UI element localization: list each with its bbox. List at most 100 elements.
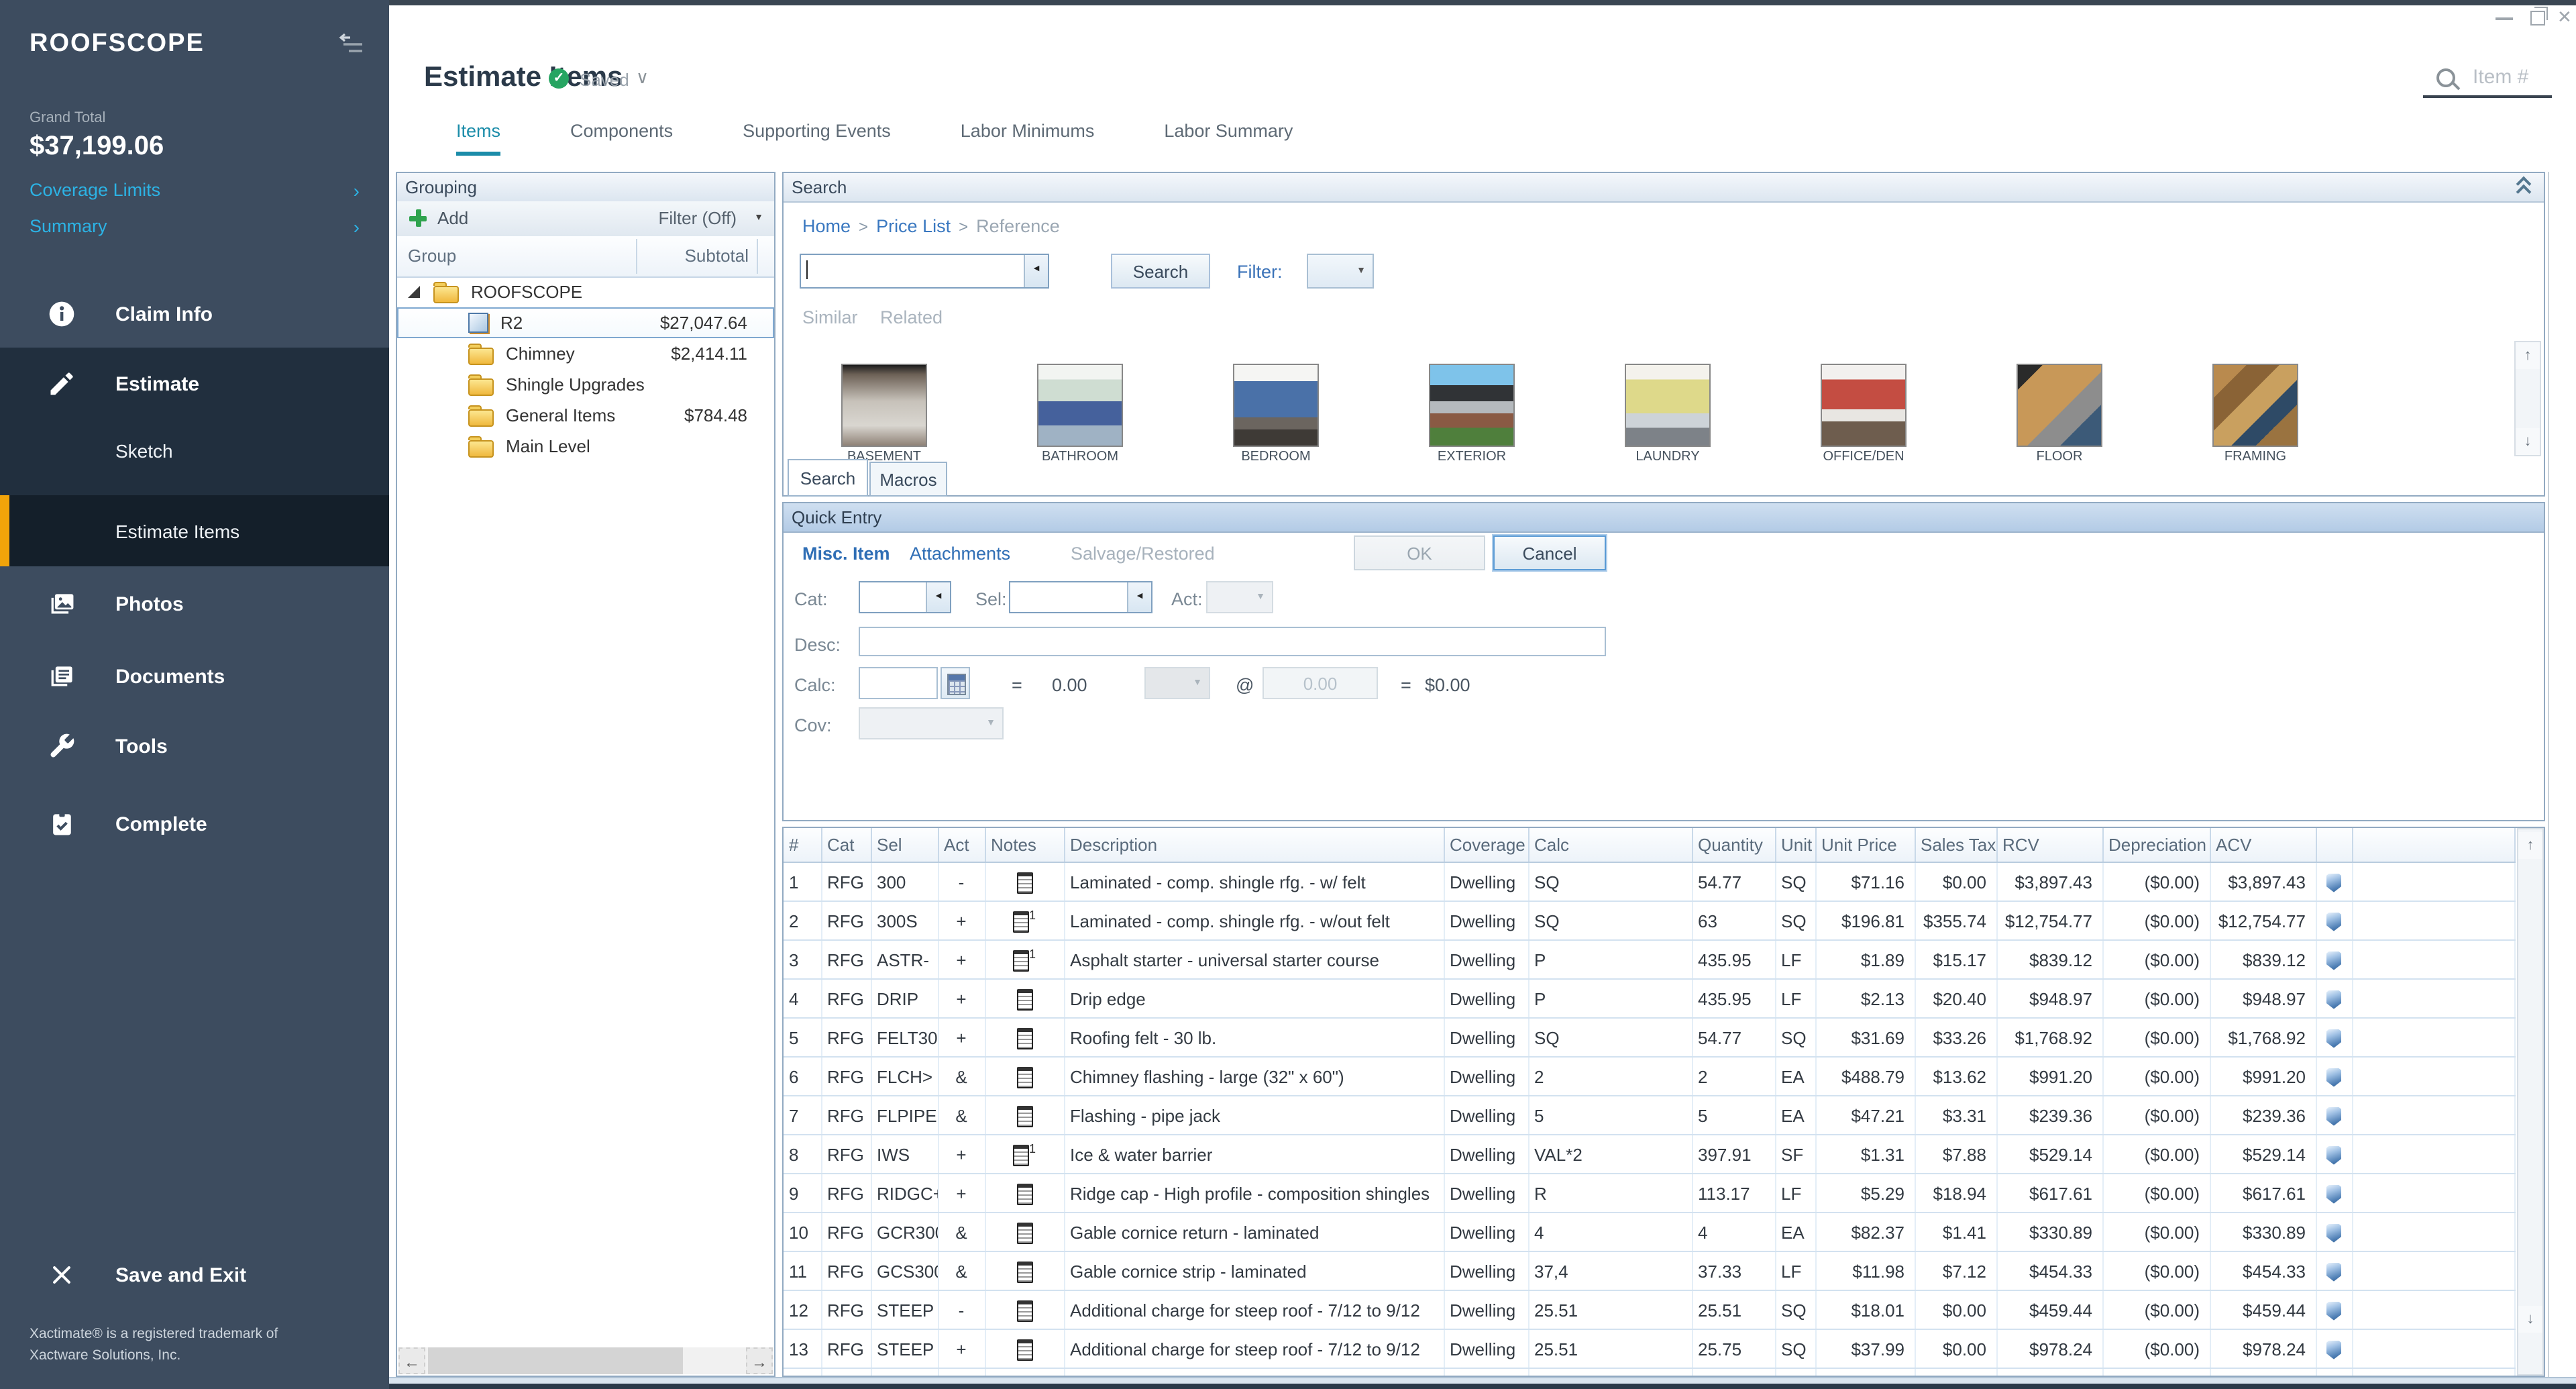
item-row[interactable]: 2 RFG 300S + 1 Laminated - comp. shingle…: [784, 901, 2514, 940]
tree-row[interactable]: General Items $784.48: [397, 400, 774, 431]
page-tab[interactable]: Items: [456, 121, 500, 156]
tree-row[interactable]: ROOFSCOPE: [397, 276, 774, 307]
col-sel[interactable]: Sel: [871, 828, 938, 862]
page-tab[interactable]: Components: [570, 121, 673, 156]
unit-price-input[interactable]: 0.00: [1263, 667, 1378, 699]
col-description[interactable]: Description: [1064, 828, 1444, 862]
col-sales-tax[interactable]: Sales Tax: [1915, 828, 1996, 862]
misc-item-link[interactable]: Misc. Item: [802, 544, 890, 564]
cell-notes[interactable]: [985, 1096, 1064, 1135]
category-thumbnail-image[interactable]: [1233, 364, 1319, 447]
tree-row[interactable]: Shingle Upgrades: [397, 369, 774, 400]
sidebar-item-photos[interactable]: Photos: [0, 574, 389, 633]
tab-search[interactable]: Search: [788, 459, 868, 497]
note-icon[interactable]: [1016, 1223, 1032, 1244]
col-num[interactable]: #: [784, 828, 821, 862]
cat-combo[interactable]: [859, 581, 951, 613]
col-unit[interactable]: Unit: [1775, 828, 1815, 862]
note-icon[interactable]: [1016, 1300, 1032, 1322]
tab-macros[interactable]: Macros: [869, 462, 947, 497]
item-row[interactable]: 6 RFG FLCH> & Chimney flashing - large (…: [784, 1057, 2514, 1096]
cell-notes[interactable]: [985, 1290, 1064, 1329]
scroll-down-icon[interactable]: ↓: [2516, 428, 2540, 455]
col-coverage[interactable]: Coverage: [1444, 828, 1528, 862]
calc-input[interactable]: [859, 667, 938, 699]
col-calc[interactable]: Calc: [1528, 828, 1692, 862]
note-icon[interactable]: [1016, 1067, 1032, 1088]
category-thumbnail-image[interactable]: [1429, 364, 1515, 447]
cell-notes[interactable]: [985, 1057, 1064, 1096]
items-table-vscrollbar[interactable]: ↑ ↓: [2517, 828, 2544, 1376]
note-icon[interactable]: [1013, 911, 1029, 933]
tree-row[interactable]: Chimney $2,414.11: [397, 338, 774, 369]
combo-dropdown-icon[interactable]: [1127, 582, 1151, 612]
sidebar-item-claim-info[interactable]: Claim Info: [0, 285, 389, 344]
window-close-icon[interactable]: ✕: [2557, 7, 2572, 28]
item-row[interactable]: 4 RFG DRIP + Drip edge Dwelling P 435.95…: [784, 979, 2514, 1018]
note-icon[interactable]: [1016, 872, 1032, 894]
cell-notes[interactable]: [985, 1368, 1064, 1377]
tree-expander-icon[interactable]: [408, 286, 420, 298]
item-row[interactable]: 3 RFG ASTR- + 1 Asphalt starter - univer…: [784, 940, 2514, 979]
scrollbar-thumb[interactable]: [428, 1347, 683, 1374]
category-thumbnail-image[interactable]: [1037, 364, 1123, 447]
cell-notes[interactable]: [985, 1251, 1064, 1290]
note-icon[interactable]: [1016, 989, 1032, 1011]
chevron-down-icon[interactable]: ▼: [754, 213, 763, 223]
sidebar-link-summary[interactable]: Summary ›: [30, 216, 365, 236]
add-group-button[interactable]: Add: [437, 208, 468, 228]
col-act[interactable]: Act: [938, 828, 985, 862]
col-cat[interactable]: Cat: [821, 828, 871, 862]
page-tab[interactable]: Labor Summary: [1164, 121, 1293, 156]
item-row[interactable]: 14 RFG STEEP> Additional charge for stee…: [784, 1368, 2514, 1377]
col-quantity[interactable]: Quantity: [1692, 828, 1775, 862]
combo-dropdown-icon[interactable]: [926, 582, 950, 612]
sidebar-item-sketch[interactable]: Sketch: [0, 423, 389, 479]
item-row[interactable]: 13 RFG STEEP + Additional charge for ste…: [784, 1329, 2514, 1368]
note-icon[interactable]: [1016, 1028, 1032, 1049]
col-notes[interactable]: Notes: [985, 828, 1064, 862]
sidebar-item-estimate-items[interactable]: Estimate Items: [0, 495, 389, 566]
note-icon[interactable]: [1016, 1262, 1032, 1283]
attachments-link[interactable]: Attachments: [910, 544, 1010, 564]
col-acv[interactable]: ACV: [2210, 828, 2316, 862]
scroll-up-icon[interactable]: ↑: [2516, 342, 2540, 369]
scroll-right-icon[interactable]: →: [746, 1347, 773, 1374]
group-column-header[interactable]: Group: [408, 246, 456, 266]
item-number-search-input[interactable]: Item #: [2473, 66, 2528, 89]
cell-notes[interactable]: 1: [985, 901, 1064, 940]
ok-button[interactable]: OK: [1354, 535, 1485, 570]
save-and-exit-button[interactable]: Save and Exit: [0, 1245, 389, 1304]
breadcrumb-price-list[interactable]: Price List: [876, 216, 951, 236]
sidebar-item-documents[interactable]: Documents: [0, 647, 389, 706]
item-row[interactable]: 10 RFG GCR300 & Gable cornice return - l…: [784, 1213, 2514, 1251]
sidebar-collapse-icon[interactable]: [338, 32, 365, 56]
sidebar-item-complete[interactable]: Complete: [0, 794, 389, 854]
search-button[interactable]: Search: [1111, 254, 1210, 289]
calc-unit-dropdown[interactable]: [1144, 667, 1210, 699]
cell-notes[interactable]: [985, 979, 1064, 1018]
note-icon[interactable]: [1016, 1106, 1032, 1127]
item-row[interactable]: 5 RFG FELT30 + Roofing felt - 30 lb. Dwe…: [784, 1018, 2514, 1057]
price-list-search-input[interactable]: [800, 254, 1049, 289]
sidebar-item-tools[interactable]: Tools: [0, 717, 389, 776]
cov-dropdown[interactable]: [859, 707, 1004, 739]
note-icon[interactable]: [1016, 1339, 1032, 1361]
note-icon[interactable]: [1016, 1184, 1032, 1205]
cell-notes[interactable]: [985, 1018, 1064, 1057]
act-dropdown[interactable]: [1206, 581, 1273, 613]
item-row[interactable]: 8 RFG IWS + 1 Ice & water barrier Dwelli…: [784, 1135, 2514, 1174]
scroll-down-icon[interactable]: ↓: [2518, 1306, 2542, 1333]
col-rcv[interactable]: RCV: [1996, 828, 2102, 862]
cell-notes[interactable]: [985, 1213, 1064, 1251]
cell-notes[interactable]: 1: [985, 1135, 1064, 1174]
grouping-hscrollbar[interactable]: ← →: [398, 1347, 773, 1374]
sel-combo[interactable]: [1009, 581, 1152, 613]
item-row[interactable]: 12 RFG STEEP - Additional charge for ste…: [784, 1290, 2514, 1329]
scroll-up-icon[interactable]: ↑: [2518, 832, 2542, 859]
related-link[interactable]: Related: [880, 307, 943, 327]
item-row[interactable]: 11 RFG GCS300 & Gable cornice strip - la…: [784, 1251, 2514, 1290]
window-restore-icon[interactable]: [2530, 11, 2545, 25]
subtotal-column-header[interactable]: Subtotal: [639, 246, 749, 266]
col-depreciation[interactable]: Depreciation: [2102, 828, 2210, 862]
